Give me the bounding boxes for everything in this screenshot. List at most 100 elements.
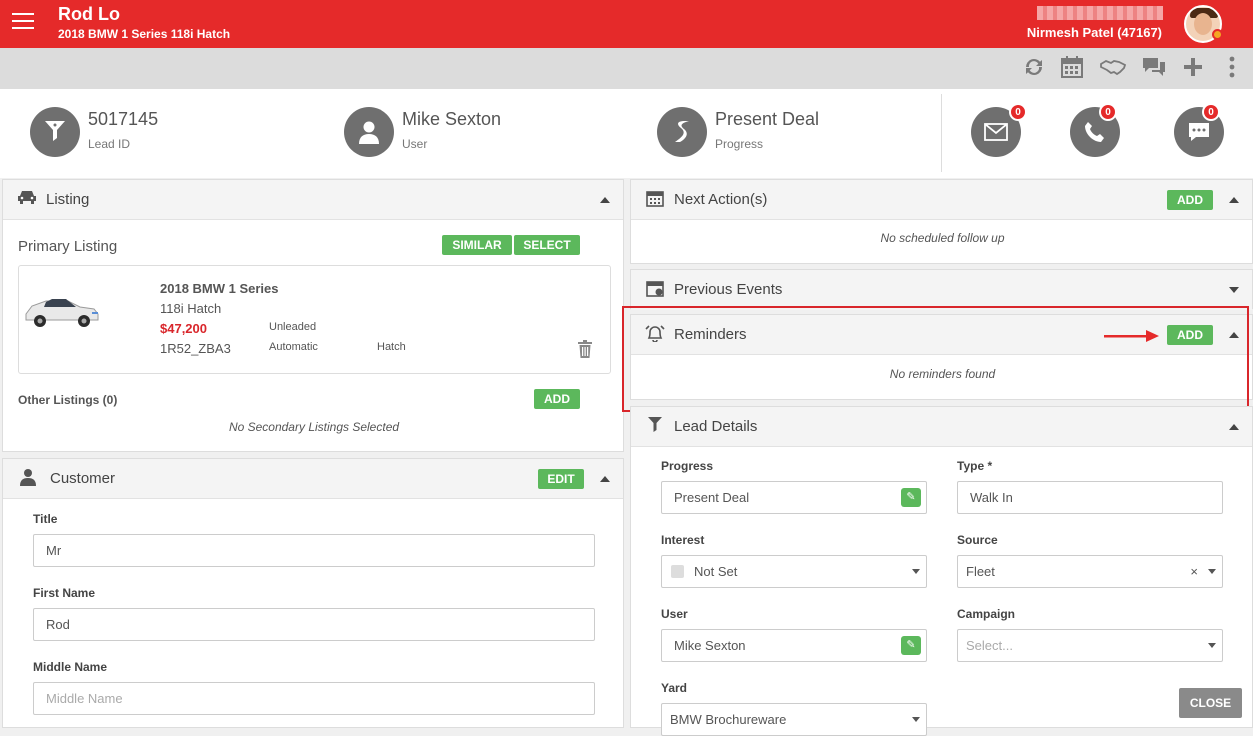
collapse-icon[interactable] [600, 197, 610, 203]
email-count-badge: 0 [1009, 103, 1027, 121]
listing-header[interactable]: Listing [3, 180, 623, 220]
phone-count-badge: 0 [1099, 103, 1117, 121]
progress-value: Present Deal [715, 109, 820, 129]
progress-field-value: Present Deal [674, 490, 750, 505]
no-secondary-listings: No Secondary Listings Selected [228, 420, 400, 434]
no-follow-up-note: No scheduled follow up [880, 231, 1005, 245]
car-body: Hatch [377, 341, 406, 353]
progress-field-label: Progress [661, 459, 714, 473]
chevron-down-icon [912, 569, 920, 574]
collapse-icon[interactable] [1229, 424, 1239, 430]
select-button[interactable]: SELECT [514, 235, 580, 255]
more-vertical-icon[interactable] [1222, 55, 1242, 81]
primary-listing-card[interactable]: 2018 BMW 1 Series 118i Hatch $47,200 1R5… [18, 265, 611, 374]
top-bar: Rod Lo 2018 BMW 1 Series 118i Hatch Nirm… [0, 0, 1253, 48]
first-name-label: First Name [33, 586, 96, 600]
previous-events-header[interactable]: Previous Events [631, 270, 1252, 310]
status-dot [1212, 29, 1223, 40]
clear-icon[interactable]: × [1190, 556, 1198, 587]
progress-label: Progress [715, 137, 764, 151]
handshake-icon[interactable] [1100, 55, 1127, 81]
add-listing-button[interactable]: ADD [534, 389, 580, 409]
interest-select[interactable]: Not Set [661, 555, 927, 588]
car-stock: 1R52_ZBA3 [160, 341, 231, 356]
similar-button[interactable]: SIMILAR [442, 235, 512, 255]
middle-name-field[interactable]: Middle Name [33, 682, 595, 715]
pencil-icon[interactable]: ✎ [901, 488, 921, 507]
car-fuel: Unleaded [269, 321, 317, 333]
sms-count-badge: 0 [1202, 103, 1220, 121]
campaign-select[interactable]: Select... [957, 629, 1223, 662]
car-icon [17, 189, 37, 209]
interest-value: Not Set [694, 564, 738, 579]
customer-title: Customer [50, 470, 116, 487]
chat-icon[interactable] [1141, 55, 1167, 81]
campaign-field-label: Campaign [957, 607, 1016, 621]
interest-checkbox[interactable] [671, 565, 684, 578]
first-name-field[interactable]: Rod [33, 608, 595, 641]
user-value: Mike Sexton [402, 109, 502, 129]
yard-field-label: Yard [661, 681, 688, 695]
next-actions-header[interactable]: Next Action(s) ADD [631, 180, 1252, 220]
customer-header[interactable]: Customer EDIT [3, 459, 623, 499]
title-label: Title [33, 512, 58, 526]
summary-divider [941, 94, 942, 172]
primary-listing-label: Primary Listing [18, 238, 118, 255]
collapse-icon[interactable] [600, 476, 610, 482]
person-icon [18, 468, 38, 488]
calendar-icon[interactable] [1059, 55, 1085, 81]
road-icon [657, 107, 707, 157]
source-value: Fleet [966, 564, 995, 579]
highlight-box [622, 306, 1249, 412]
lead-details-panel: Lead Details Progress Present Deal ✎ Typ… [630, 406, 1253, 736]
calendar-icon [645, 189, 665, 209]
type-field[interactable]: Walk In [957, 481, 1223, 514]
previous-events-title: Previous Events [674, 281, 783, 298]
add-next-action-button[interactable]: ADD [1167, 190, 1213, 210]
expand-icon[interactable] [1229, 287, 1239, 293]
car-image [22, 290, 102, 330]
pencil-icon[interactable]: ✎ [901, 636, 921, 655]
previous-events-panel: Previous Events [630, 269, 1253, 310]
middle-name-label: Middle Name [33, 660, 108, 674]
listing-panel: Listing Primary Listing SIMILAR SELECT 2… [2, 179, 624, 452]
source-select[interactable]: Fleet × [957, 555, 1223, 588]
yard-select[interactable]: BMW Brochureware [661, 703, 927, 736]
user-field-label: User [661, 607, 688, 621]
yard-value: BMW Brochureware [670, 712, 787, 727]
arrow-icon [1104, 329, 1160, 343]
chevron-down-icon [912, 717, 920, 722]
customer-panel: Customer EDIT Title Mr First Name Rod Mi… [2, 458, 624, 728]
calendar-check-icon [645, 279, 665, 299]
refresh-icon[interactable] [1021, 55, 1047, 81]
close-button[interactable]: CLOSE [1179, 688, 1242, 718]
chevron-down-icon [1208, 569, 1216, 574]
lead-id-label: Lead ID [88, 137, 131, 151]
lead-id-value: 5017145 [88, 109, 159, 129]
lead-summary: 5017145 Lead ID Mike Sexton User Present… [0, 89, 1253, 178]
edit-customer-button[interactable]: EDIT [538, 469, 584, 489]
lead-details-header[interactable]: Lead Details [631, 407, 1252, 447]
listing-title: Listing [46, 191, 90, 208]
lead-name: Rod Lo [58, 4, 120, 24]
car-price: $47,200 [160, 321, 207, 336]
lead-vehicle: 2018 BMW 1 Series 118i Hatch [58, 27, 231, 41]
car-name: 2018 BMW 1 Series [160, 281, 279, 296]
other-listings-label: Other Listings (0) [18, 393, 118, 407]
campaign-placeholder: Select... [966, 638, 1013, 653]
redacted-text [1037, 6, 1163, 20]
action-toolbar [0, 48, 1253, 89]
user-field[interactable]: Mike Sexton ✎ [661, 629, 927, 662]
collapse-icon[interactable] [1229, 197, 1239, 203]
current-user-name[interactable]: Nirmesh Patel (47167) [1027, 25, 1162, 40]
title-field[interactable]: Mr [33, 534, 595, 567]
interest-field-label: Interest [661, 533, 705, 547]
menu-icon[interactable] [12, 13, 34, 31]
progress-field[interactable]: Present Deal ✎ [661, 481, 927, 514]
user-field-value: Mike Sexton [674, 638, 746, 653]
next-actions-title: Next Action(s) [674, 191, 768, 208]
car-transmission: Automatic [269, 341, 318, 353]
type-field-label: Type * [957, 459, 993, 473]
trash-icon[interactable] [577, 340, 593, 358]
plus-icon[interactable] [1180, 55, 1206, 81]
